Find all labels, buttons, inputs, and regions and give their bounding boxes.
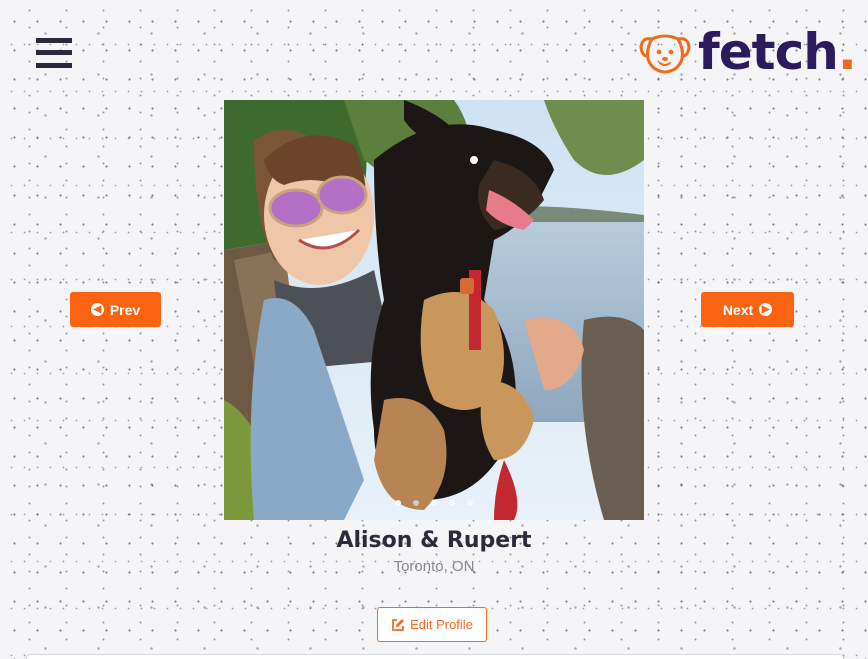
page: fetch. ◀ Prev Next ▶ Alison & Rupert Tor… <box>0 0 868 659</box>
edit-profile-label: Edit Profile <box>410 617 473 632</box>
arrow-circle-right-icon: ▶ <box>759 303 773 316</box>
edit-square-icon <box>392 618 405 631</box>
edit-profile-button[interactable]: Edit Profile <box>377 607 487 642</box>
profile-photo-carousel[interactable] <box>224 100 644 520</box>
woman-with-dog-photo <box>224 100 644 520</box>
carousel-dot[interactable] <box>467 500 473 506</box>
profile-name: Alison & Rupert <box>336 528 532 553</box>
menu-bar <box>36 50 72 55</box>
content-card <box>26 654 844 659</box>
prev-button[interactable]: ◀ Prev <box>70 292 161 327</box>
carousel-dot[interactable] <box>395 500 401 506</box>
next-label: Next <box>722 301 754 318</box>
prev-label: Prev <box>109 301 141 318</box>
profile-location: Toronto, ON <box>393 558 475 575</box>
menu-bar <box>36 38 72 43</box>
logo-wordmark: fetch. <box>698 23 857 81</box>
arrow-circle-left-icon: ◀ <box>90 303 104 316</box>
carousel-dot[interactable] <box>449 500 455 506</box>
next-button[interactable]: Next ▶ <box>701 292 794 327</box>
hamburger-menu-icon[interactable] <box>36 38 72 68</box>
fetch-logo[interactable]: fetch. <box>638 23 857 81</box>
carousel-dot[interactable] <box>413 500 419 506</box>
carousel-dot[interactable] <box>431 500 437 506</box>
dog-face-icon <box>639 34 691 74</box>
menu-bar <box>36 63 72 68</box>
carousel-dots <box>224 500 644 506</box>
